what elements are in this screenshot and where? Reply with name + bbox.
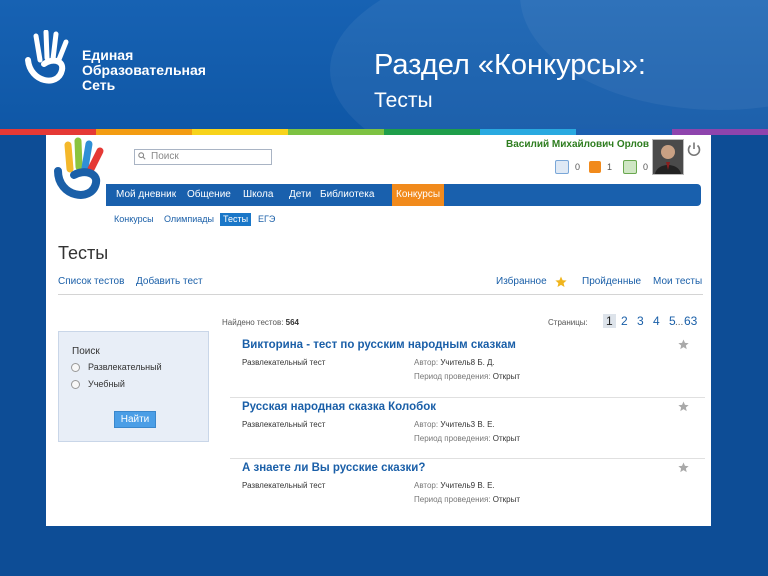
hand-logo-icon bbox=[25, 30, 69, 84]
search-input[interactable]: Поиск bbox=[134, 149, 272, 165]
main-nav: Мой дневник Общение Школа Дети Библиотек… bbox=[106, 184, 701, 206]
groups-counter[interactable]: 0 bbox=[623, 160, 648, 174]
site-screenshot: Поиск Василий Михайлович Орлов 0 1 0 Мой… bbox=[46, 135, 711, 526]
subnav-olympiads[interactable]: Олимпиады bbox=[161, 213, 217, 226]
test-author: Автор: Учитель8 Б. Д. bbox=[414, 358, 495, 367]
nav-item-library[interactable]: Библиотека bbox=[316, 184, 378, 206]
page-3[interactable]: 3 bbox=[637, 314, 644, 328]
test-title-link[interactable]: Русская народная сказка Колобок bbox=[242, 401, 436, 413]
divider bbox=[58, 294, 703, 295]
search-placeholder: Поиск bbox=[151, 151, 179, 162]
test-period: Период проведения: Открыт bbox=[414, 434, 520, 443]
test-kind: Развлекательный тест bbox=[242, 358, 326, 367]
friends-icon bbox=[589, 161, 601, 173]
test-title-link[interactable]: Викторина - тест по русским народным ска… bbox=[242, 339, 516, 351]
slide-header: Единая Образовательная Сеть Раздел «Конк… bbox=[0, 0, 768, 132]
radio-label-entertaining: Развлекательный bbox=[88, 362, 162, 372]
test-period: Период проведения: Открыт bbox=[414, 372, 520, 381]
tests-list-link[interactable]: Список тестов bbox=[58, 276, 124, 287]
favorite-star-icon[interactable] bbox=[678, 339, 689, 350]
logout-icon[interactable] bbox=[686, 141, 702, 157]
row-divider bbox=[230, 397, 705, 398]
subnav-contests[interactable]: Конкурсы bbox=[111, 213, 157, 226]
slide-subtitle: Тесты bbox=[374, 89, 433, 112]
subnav-ege[interactable]: ЕГЭ bbox=[255, 213, 278, 226]
test-item: А знаете ли Вы русские сказки? Развлекат… bbox=[230, 458, 705, 518]
user-name-link[interactable]: Василий Михайлович Орлов bbox=[506, 139, 649, 150]
add-test-link[interactable]: Добавить тест bbox=[136, 276, 203, 287]
radio-educational[interactable] bbox=[71, 380, 80, 389]
search-filter-panel: Поиск Развлекательный Учебный Найти bbox=[58, 331, 209, 442]
nav-item-contests[interactable]: Конкурсы bbox=[392, 184, 445, 206]
radio-label-educational: Учебный bbox=[88, 379, 125, 389]
test-period: Период проведения: Открыт bbox=[414, 495, 520, 504]
friends-counter[interactable]: 1 bbox=[589, 160, 612, 174]
nav-item-children[interactable]: Дети bbox=[285, 184, 315, 206]
radio-entertaining[interactable] bbox=[71, 363, 80, 372]
page-1[interactable]: 1 bbox=[603, 314, 616, 328]
found-count: Найдено тестов: 564 bbox=[222, 318, 300, 327]
slide-footer-band bbox=[0, 526, 768, 576]
page-last[interactable]: 63 bbox=[684, 314, 697, 328]
my-tests-link[interactable]: Мои тесты bbox=[653, 276, 702, 287]
filter-heading: Поиск bbox=[72, 346, 100, 357]
find-button[interactable]: Найти bbox=[114, 411, 156, 428]
page-4[interactable]: 4 bbox=[653, 314, 660, 328]
page-2[interactable]: 2 bbox=[621, 314, 628, 328]
pages-label: Страницы: bbox=[548, 318, 588, 327]
slide-title: Раздел «Конкурсы»: bbox=[374, 49, 646, 81]
page-title: Тесты bbox=[58, 243, 109, 263]
logo-text: Единая Образовательная Сеть bbox=[82, 47, 206, 93]
favorite-star-icon[interactable] bbox=[678, 462, 689, 473]
test-item: Русская народная сказка Колобок Развлека… bbox=[230, 397, 705, 457]
test-kind: Развлекательный тест bbox=[242, 481, 326, 490]
test-kind: Развлекательный тест bbox=[242, 420, 326, 429]
row-divider bbox=[230, 458, 705, 459]
nav-item-school[interactable]: Школа bbox=[239, 184, 277, 206]
favorites-star-icon bbox=[555, 276, 567, 287]
test-title-link[interactable]: А знаете ли Вы русские сказки? bbox=[242, 462, 425, 474]
site-logo-icon[interactable] bbox=[48, 137, 112, 209]
favorites-link[interactable]: Избранное bbox=[496, 276, 547, 287]
favorite-star-icon[interactable] bbox=[678, 401, 689, 412]
mail-icon bbox=[555, 160, 569, 174]
completed-link[interactable]: Пройденные bbox=[582, 276, 641, 287]
groups-icon bbox=[623, 160, 637, 174]
search-icon bbox=[138, 152, 146, 160]
messages-counter[interactable]: 0 bbox=[555, 160, 580, 174]
user-photo-icon bbox=[653, 140, 683, 174]
test-item: Викторина - тест по русским народным ска… bbox=[230, 335, 705, 395]
nav-item-communication[interactable]: Общение bbox=[183, 184, 235, 206]
nav-item-diary[interactable]: Мой дневник bbox=[112, 184, 180, 206]
test-author: Автор: Учитель3 В. Е. bbox=[414, 420, 495, 429]
avatar[interactable] bbox=[652, 139, 684, 175]
page-ellipsis: ... bbox=[675, 317, 684, 328]
subnav-tests[interactable]: Тесты bbox=[220, 213, 252, 226]
test-author: Автор: Учитель9 В. Е. bbox=[414, 481, 495, 490]
